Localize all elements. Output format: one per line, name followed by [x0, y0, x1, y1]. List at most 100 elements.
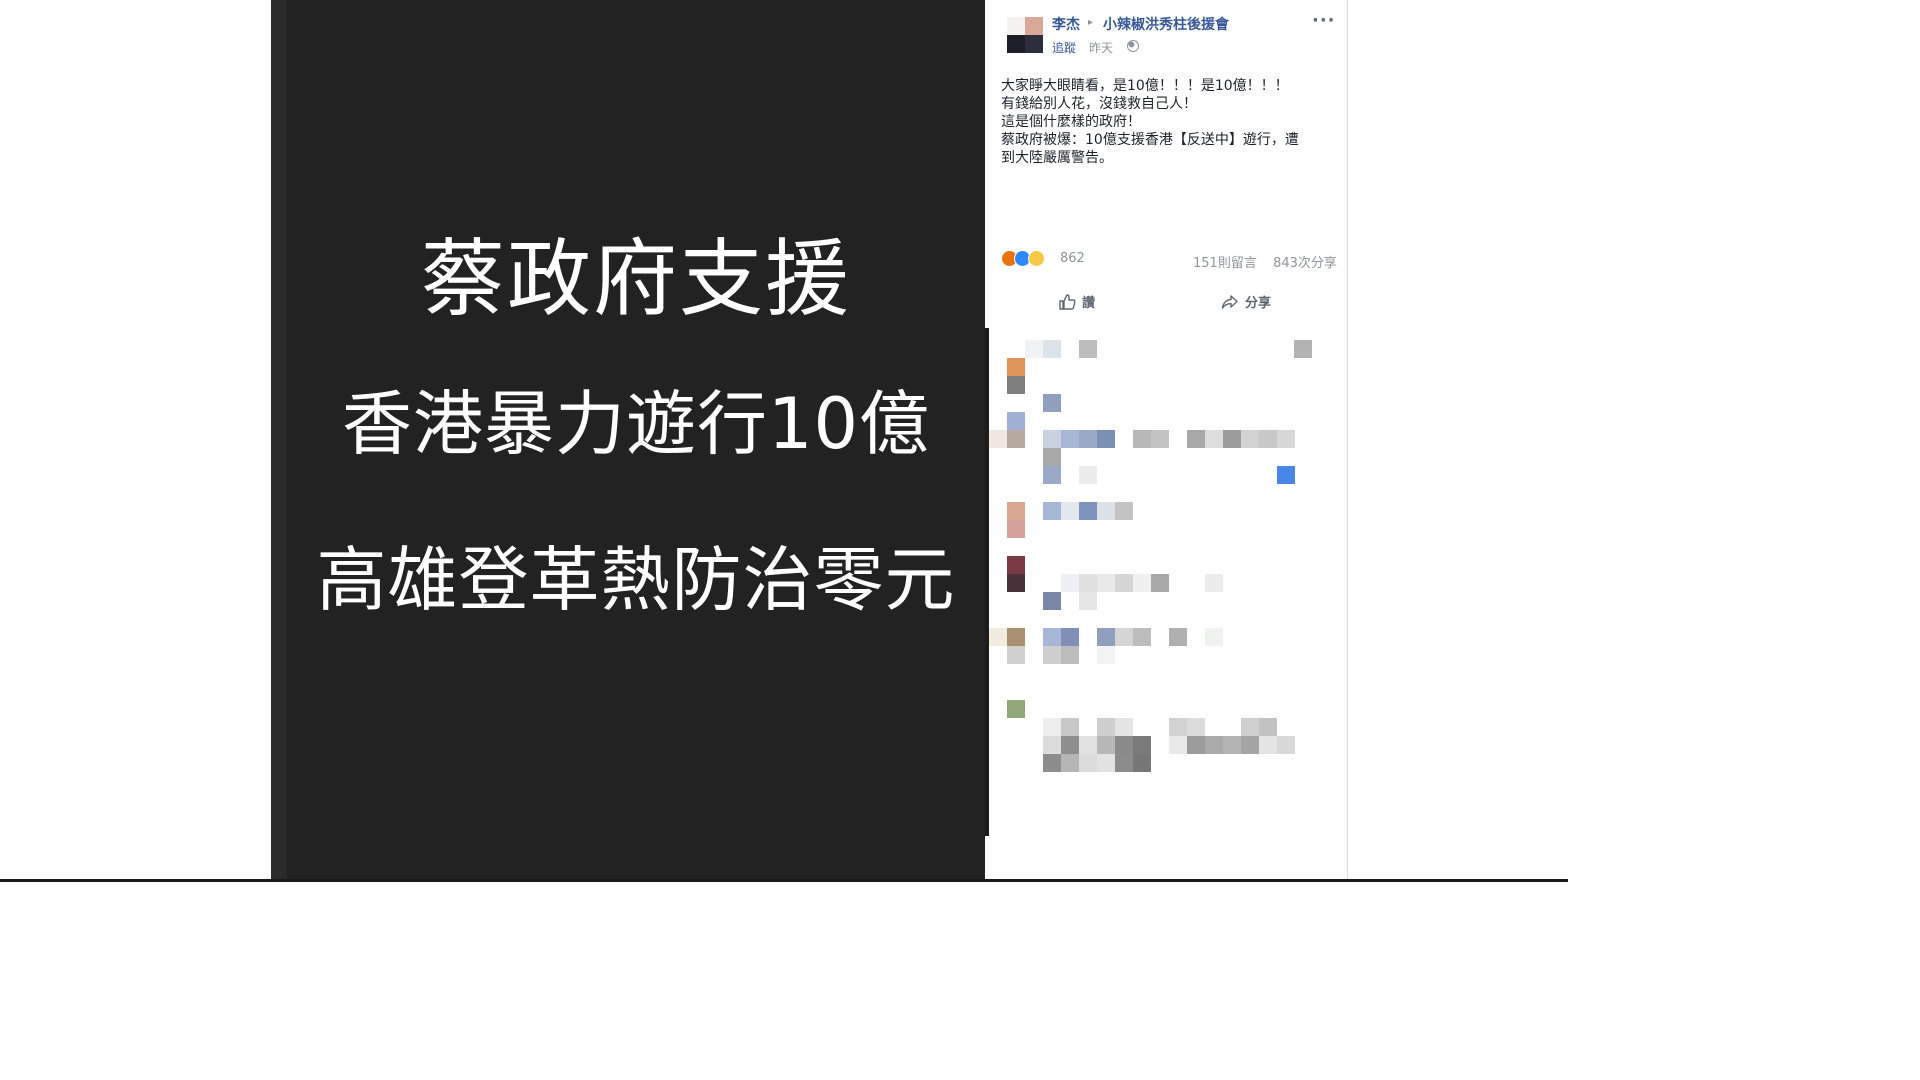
blurred-block — [1043, 592, 1061, 610]
blurred-block — [1259, 718, 1277, 736]
like-button[interactable]: 讚 — [1058, 292, 1095, 311]
blurred-block — [1169, 718, 1187, 736]
blurred-block — [1115, 736, 1133, 754]
group-link[interactable]: 小辣椒洪秀柱後援會 — [1103, 14, 1229, 34]
blurred-block — [1097, 628, 1115, 646]
blurred-block — [1259, 430, 1277, 448]
blurred-block — [1061, 502, 1079, 520]
blurred-block — [1223, 736, 1241, 754]
globe-icon — [1127, 40, 1139, 52]
bottom-border — [0, 879, 1568, 882]
commenter-avatar — [1007, 628, 1025, 646]
blurred-block — [1043, 646, 1061, 664]
blurred-block — [1043, 736, 1061, 754]
blurred-block — [1079, 340, 1097, 358]
avatar[interactable] — [1007, 17, 1043, 53]
commenter-avatar — [1007, 556, 1025, 574]
commenter-avatar — [1007, 412, 1025, 430]
blurred-block — [1169, 628, 1187, 646]
blurred-block — [1241, 430, 1259, 448]
blurred-block — [1115, 574, 1133, 592]
blurred-block — [1205, 574, 1223, 592]
blurred-block — [1079, 574, 1097, 592]
caret-right-icon: ▸ — [1088, 17, 1094, 28]
image-text-line-3: 高雄登革熱防治零元 — [316, 539, 956, 621]
image-text-line-2: 香港暴力遊行10億 — [341, 383, 931, 465]
share-button[interactable]: 分享 — [1221, 292, 1271, 311]
blurred-block — [1097, 736, 1115, 754]
commenter-avatar — [1007, 376, 1025, 394]
blurred-block — [1205, 628, 1223, 646]
blurred-block — [1115, 718, 1133, 736]
blurred-block — [1097, 574, 1115, 592]
blurred-block — [1079, 754, 1097, 772]
commenter-avatar — [1007, 646, 1025, 664]
blurred-block — [1043, 502, 1061, 520]
blurred-block — [1061, 574, 1079, 592]
blurred-block — [1277, 466, 1295, 484]
post-body-line: 蔡政府被爆：10億支援香港【反送中】遊行，遭 — [1001, 132, 1299, 148]
blurred-block — [1133, 430, 1151, 448]
blurred-block — [1043, 466, 1061, 484]
share-label: 分享 — [1245, 296, 1272, 311]
blurred-block — [1259, 736, 1277, 754]
blurred-block — [1043, 394, 1061, 412]
blurred-block — [1061, 754, 1079, 772]
blurred-block — [1187, 736, 1205, 754]
blurred-block — [1097, 430, 1115, 448]
commenter-avatar — [1007, 502, 1025, 520]
like-icon — [1059, 293, 1076, 310]
commenter-avatar — [1007, 358, 1025, 376]
blurred-block — [1061, 736, 1079, 754]
left-edge-strip — [271, 0, 287, 882]
author-link[interactable]: 李杰 — [1052, 14, 1080, 34]
blurred-block — [1097, 646, 1115, 664]
blurred-block — [1241, 736, 1259, 754]
blurred-block — [1043, 430, 1061, 448]
blurred-block — [1277, 736, 1295, 754]
blurred-block — [1115, 754, 1133, 772]
blurred-block — [989, 628, 1007, 646]
post-body-line: 大家睜大眼睛看，是10億！！！是10億！！！ — [1001, 78, 1289, 94]
commenter-avatar — [1007, 700, 1025, 718]
blurred-block — [1079, 466, 1097, 484]
blurred-block — [1133, 754, 1151, 772]
blurred-block — [1133, 574, 1151, 592]
image-text-line-1: 蔡政府支援 — [420, 230, 851, 328]
blurred-block — [1097, 502, 1115, 520]
blurred-block — [1277, 430, 1295, 448]
blurred-block — [1097, 754, 1115, 772]
blurred-block — [1223, 430, 1241, 448]
blurred-block — [1115, 628, 1133, 646]
post-body-line: 到大陸嚴厲警告。 — [1001, 150, 1113, 166]
blurred-block — [1133, 736, 1151, 754]
post-body-line: 這是個什麼樣的政府！ — [1001, 114, 1141, 130]
blurred-block — [1294, 340, 1312, 358]
post-timestamp[interactable]: 昨天 — [1089, 39, 1113, 56]
blurred-block — [1061, 718, 1079, 736]
wow-reaction-icon — [1028, 250, 1045, 267]
blurred-block — [1061, 430, 1079, 448]
blurred-block — [1061, 628, 1079, 646]
blurred-block — [1043, 718, 1061, 736]
shares-count[interactable]: 843次分享 — [1273, 256, 1337, 271]
commenter-avatar — [1007, 574, 1025, 592]
more-icon[interactable]: ··· — [1312, 10, 1336, 31]
follow-button[interactable]: 追蹤 — [1052, 39, 1076, 56]
blurred-block — [1169, 736, 1187, 754]
comments-count[interactable]: 151則留言 — [1193, 256, 1257, 271]
reaction-count[interactable]: 862 — [1060, 251, 1085, 266]
image-edge — [985, 328, 989, 836]
blurred-block — [1079, 592, 1097, 610]
post-image[interactable]: 蔡政府支援 香港暴力遊行10億 高雄登革熱防治零元 — [287, 0, 985, 882]
blurred-block — [989, 430, 1007, 448]
blurred-block — [1079, 736, 1097, 754]
blurred-block — [1043, 754, 1061, 772]
blurred-block — [1043, 628, 1061, 646]
post-stats: 151則留言 843次分享 — [1193, 252, 1337, 271]
reaction-icons[interactable] — [1001, 250, 1061, 270]
blurred-block — [1241, 718, 1259, 736]
blurred-block — [1025, 340, 1043, 358]
commenter-avatar — [1007, 430, 1025, 448]
blurred-block — [1205, 736, 1223, 754]
